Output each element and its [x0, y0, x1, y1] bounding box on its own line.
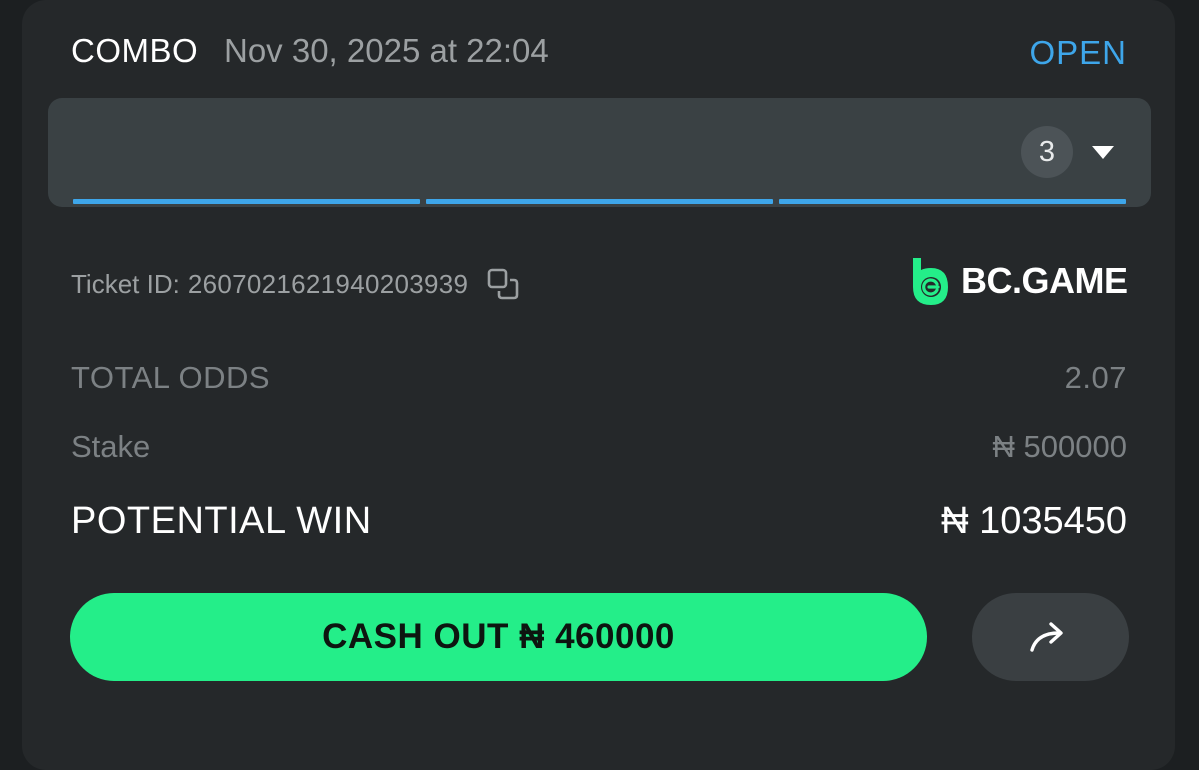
total-odds-label: TOTAL ODDS: [71, 360, 271, 395]
bet-status-badge: OPEN: [1029, 34, 1127, 71]
total-odds-row: TOTAL ODDS 2.07: [71, 360, 1127, 396]
bet-type-label: COMBO: [71, 32, 199, 69]
brand-name: BC.GAME: [961, 260, 1128, 301]
ticket-info: Ticket ID: 2607021621940203939: [71, 266, 520, 302]
stake-row: Stake ₦ 500000: [71, 429, 1127, 465]
share-button[interactable]: [972, 593, 1129, 681]
progress-segment: [779, 199, 1126, 204]
potential-win-value: ₦ 1035450: [941, 500, 1127, 542]
ticket-id-label: Ticket ID:: [71, 268, 180, 299]
progress-segment: [426, 199, 773, 204]
ticket-id-value: 2607021621940203939: [187, 268, 469, 299]
selections-progress: [73, 199, 1126, 204]
bet-header: COMBO Nov 30, 2025 at 22:04 OPEN: [71, 30, 1127, 74]
selections-toggle[interactable]: 3: [48, 98, 1151, 207]
bc-game-logo-icon: [913, 258, 948, 305]
potential-win-row: POTENTIAL WIN ₦ 1035450: [71, 500, 1127, 543]
potential-win-label: POTENTIAL WIN: [71, 500, 372, 542]
total-odds-value: 2.07: [1064, 360, 1127, 395]
progress-segment: [73, 199, 420, 204]
copy-icon[interactable]: [486, 267, 520, 301]
selections-count-badge: 3: [1021, 126, 1073, 178]
bet-ticket-card: COMBO Nov 30, 2025 at 22:04 OPEN 3 Ticke…: [22, 0, 1175, 770]
bet-date: Nov 30, 2025 at 22:04: [224, 32, 549, 69]
brand-logo: BC.GAME: [910, 256, 1128, 306]
cashout-button[interactable]: CASH OUT ₦ 460000: [70, 593, 927, 681]
stake-value: ₦ 500000: [992, 429, 1127, 464]
stake-label: Stake: [71, 429, 151, 464]
caret-down-icon[interactable]: [1091, 142, 1115, 162]
share-arrow-icon: [1029, 622, 1063, 652]
